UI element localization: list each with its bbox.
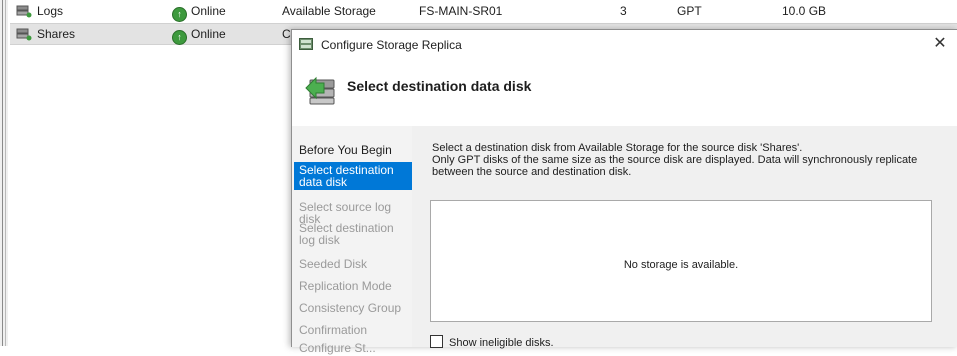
replicate-disk-icon — [305, 76, 335, 105]
capacity-cell: 10.0 GB — [782, 4, 827, 18]
instructions-line-2: Only GPT disks of the same size as the s… — [432, 154, 918, 178]
step-seeded-disk[interactable]: Seeded Disk — [294, 256, 416, 272]
online-icon: ↑ — [172, 30, 187, 45]
destination-disk-list[interactable]: No storage is available. — [430, 200, 932, 322]
show-ineligible-label: Show ineligible disks. — [449, 337, 554, 349]
wizard-content: Select a destination disk from Available… — [412, 126, 957, 349]
disk-number-cell: 3 — [620, 4, 627, 18]
status-cell: ↑ Online — [172, 27, 226, 45]
wizard-steps: Before You Begin Select destination data… — [292, 126, 416, 354]
online-icon: ↑ — [172, 7, 187, 22]
instructions: Select a destination disk from Available… — [432, 142, 932, 178]
status-text: Online — [191, 4, 226, 18]
disk-icon — [16, 28, 32, 41]
status-text: Online — [191, 27, 226, 41]
status-cell: ↑ Online — [172, 4, 226, 22]
partition-style-cell: GPT — [677, 4, 702, 18]
owner-node-cell: FS-MAIN-SR01 — [419, 4, 503, 18]
close-button[interactable]: ✕ — [930, 34, 950, 54]
wizard-header: Select destination data disk — [292, 60, 957, 126]
step-replication-mode[interactable]: Replication Mode — [294, 278, 416, 294]
configure-storage-replica-dialog: Configure Storage Replica ✕ Select desti… — [291, 29, 957, 354]
close-icon: ✕ — [933, 35, 947, 52]
step-confirmation[interactable]: Confirmation — [294, 322, 416, 338]
disk-name: Logs — [37, 4, 64, 18]
dialog-titlebar[interactable]: Configure Storage Replica ✕ — [292, 30, 957, 60]
show-ineligible-disks-option[interactable]: Show ineligible disks. — [430, 335, 554, 349]
step-consistency-group[interactable]: Consistency Group — [294, 300, 416, 316]
left-splitter[interactable] — [0, 0, 8, 346]
show-ineligible-checkbox[interactable] — [430, 335, 443, 348]
disk-name-cell: Shares — [16, 27, 75, 41]
disk-icon — [16, 5, 32, 18]
disk-name: Shares — [37, 27, 76, 41]
disk-row-logs[interactable]: Logs ↑ Online Available Storage FS-MAIN-S… — [10, 1, 957, 22]
step-configure-storage[interactable]: Configure St... — [294, 340, 416, 356]
step-before-you-begin[interactable]: Before You Begin — [294, 142, 416, 158]
dialog-title: Configure Storage Replica — [321, 38, 462, 52]
step-select-destination-log-disk[interactable]: Select destination log disk — [294, 220, 416, 248]
disk-name-cell: Logs — [16, 4, 63, 18]
instructions-line-1: Select a destination disk from Available… — [432, 142, 803, 154]
step-select-destination-data-disk[interactable]: Select destination data disk — [294, 162, 416, 190]
empty-list-message: No storage is available. — [623, 259, 739, 271]
assigned-to-cell: Available Storage — [282, 4, 376, 18]
storage-replica-icon — [299, 38, 313, 50]
page-title: Select destination data disk — [347, 78, 532, 94]
